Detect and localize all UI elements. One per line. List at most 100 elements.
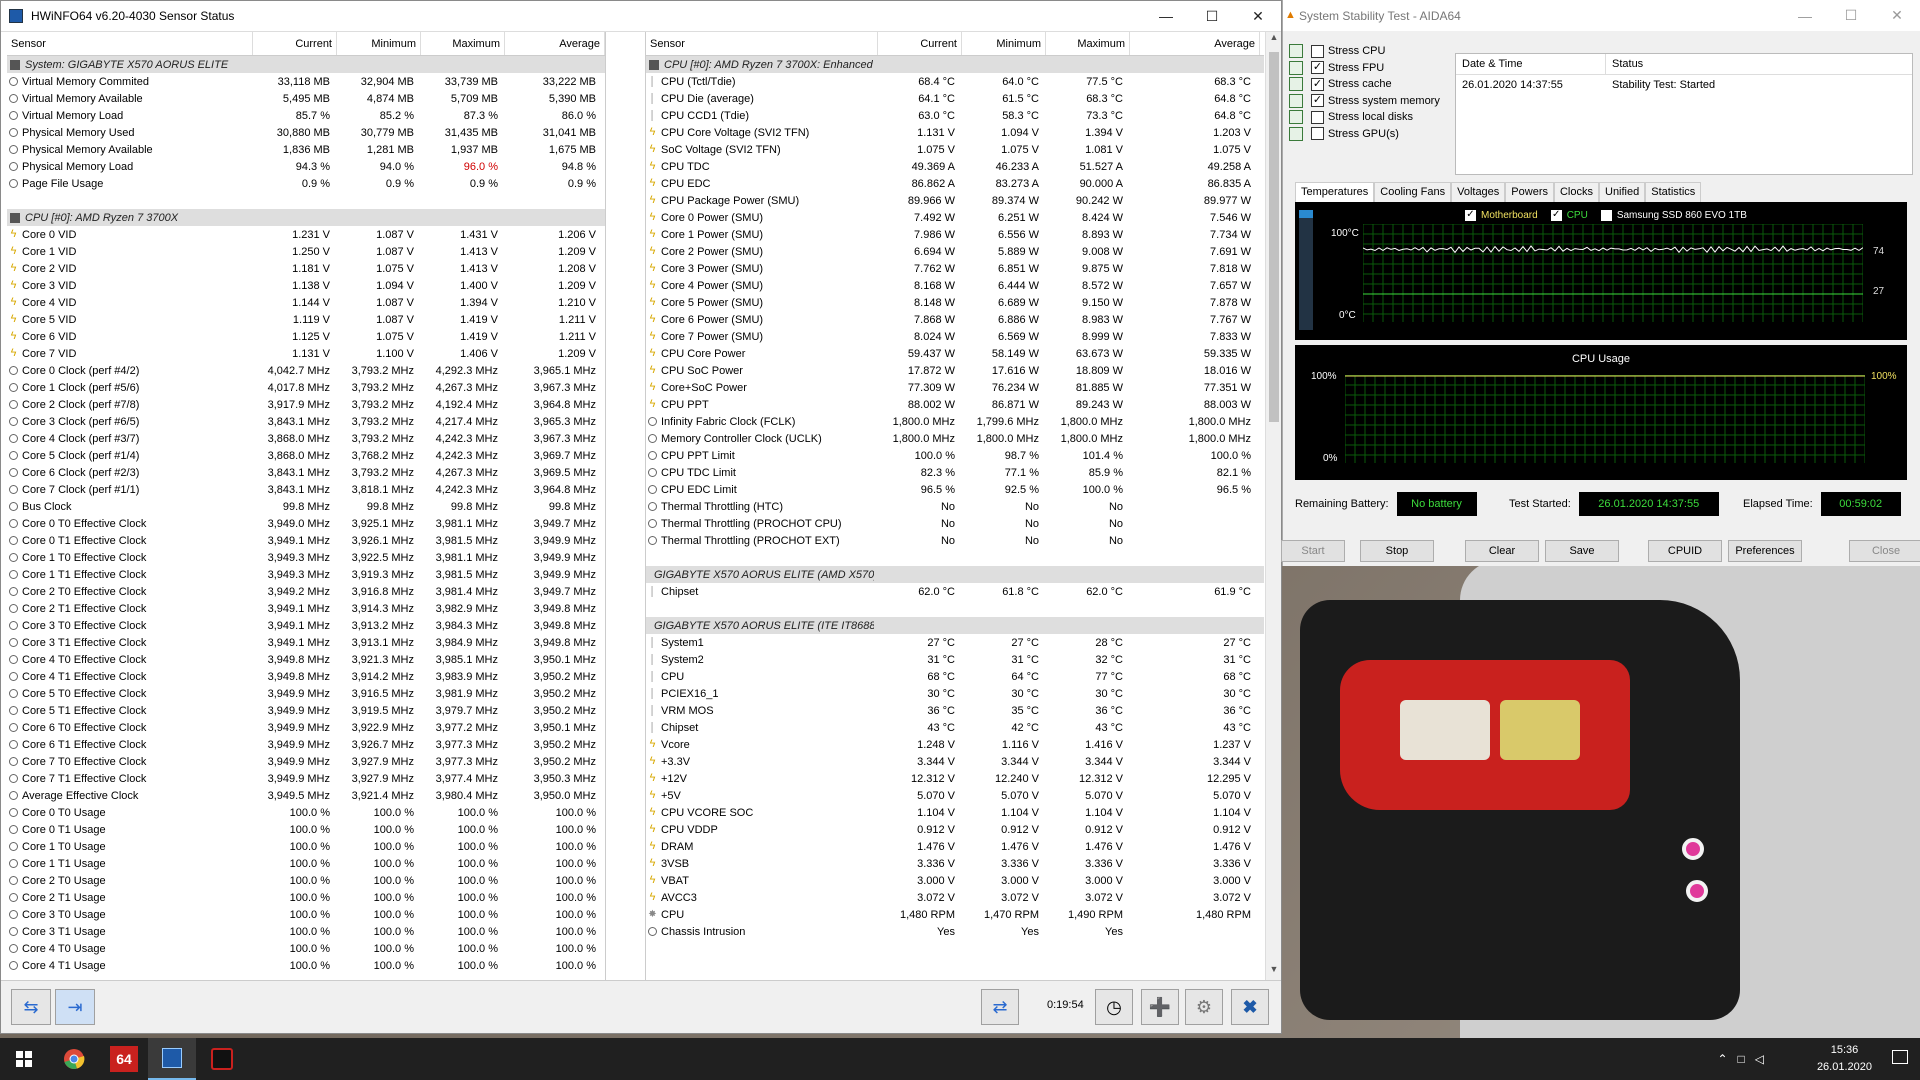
- settings-gear-icon[interactable]: ⚙: [1185, 989, 1223, 1025]
- sensor-row[interactable]: ϟ Core 0 Power (SMU) 7.492 W 6.251 W 8.424 W…: [646, 209, 1264, 226]
- sensor-row[interactable]: Core 5 T0 Effective Clock 3,949.9 MHz 3,91…: [7, 685, 605, 702]
- aida64-taskbar-icon[interactable]: 64: [100, 1038, 148, 1080]
- close-x-icon[interactable]: ✖: [1231, 989, 1269, 1025]
- sensor-row[interactable]: ϟ Core 1 Power (SMU) 7.986 W 6.556 W 8.893 W…: [646, 226, 1264, 243]
- scrollbar-right[interactable]: ▲ ▼: [1265, 32, 1281, 980]
- close-button[interactable]: ✕: [1235, 1, 1281, 32]
- col-sensor[interactable]: Sensor: [7, 32, 253, 55]
- stress-option[interactable]: Stress CPU: [1289, 44, 1385, 58]
- tab-cooling-fans[interactable]: Cooling Fans: [1374, 182, 1452, 202]
- sensor-row[interactable]: Core 6 T0 Effective Clock 3,949.9 MHz 3,92…: [7, 719, 605, 736]
- sensor-pane-right[interactable]: Sensor Current Minimum Maximum Average C…: [646, 32, 1264, 980]
- stress-checkbox[interactable]: [1311, 110, 1324, 124]
- hwinfo-titlebar[interactable]: HWiNFO64 v6.20-4030 Sensor Status — ☐ ✕: [1, 1, 1281, 32]
- sensor-row[interactable]: Core 3 Clock (perf #6/5) 3,843.1 MHz 3,793…: [7, 413, 605, 430]
- sensor-row[interactable]: CPU EDC Limit 96.5 % 92.5 % 100.0 % 96.5 %: [646, 481, 1264, 498]
- sensor-row[interactable]: │ CPU 68 °C 64 °C 77 °C 68 °C: [646, 668, 1264, 685]
- scroll-thumb[interactable]: [1269, 52, 1279, 422]
- sensor-row[interactable]: ϟ CPU VCORE SOC 1.104 V 1.104 V 1.104 V 1.104…: [646, 804, 1264, 821]
- notifications-icon[interactable]: [1892, 1050, 1908, 1064]
- sensor-row[interactable]: Core 4 Clock (perf #3/7) 3,868.0 MHz 3,793…: [7, 430, 605, 447]
- hwinfo-taskbar-icon[interactable]: [148, 1038, 196, 1080]
- sensor-row[interactable]: │ System2 31 °C 31 °C 32 °C 31 °C: [646, 651, 1264, 668]
- sensor-row[interactable]: │ CPU Die (average) 64.1 °C 61.5 °C 68.3 °C 6…: [646, 90, 1264, 107]
- ryzen-master-icon[interactable]: [198, 1038, 246, 1080]
- sensor-row[interactable]: Chassis Intrusion Yes Yes Yes: [646, 923, 1264, 940]
- sensor-row[interactable]: Thermal Throttling (HTC) No No No: [646, 498, 1264, 515]
- aida-maximize-button[interactable]: ☐: [1828, 0, 1874, 31]
- sensor-row[interactable]: Virtual Memory Commited 33,118 MB 32,904 M…: [7, 73, 605, 90]
- sensor-row[interactable]: ϟ CPU TDC 49.369 A 46.233 A 51.527 A 49.258 A: [646, 158, 1264, 175]
- sensor-row[interactable]: Core 4 T1 Effective Clock 3,949.8 MHz 3,91…: [7, 668, 605, 685]
- sensor-row[interactable]: Core 3 T0 Usage 100.0 % 100.0 % 100.0 % 100.…: [7, 906, 605, 923]
- sensor-row[interactable]: Bus Clock 99.8 MHz 99.8 MHz 99.8 MHz 99.8 MH…: [7, 498, 605, 515]
- col-current[interactable]: Current: [253, 32, 337, 55]
- stress-checkbox[interactable]: ✓: [1311, 61, 1324, 74]
- sensor-row[interactable]: ϟ CPU Core Power 59.437 W 58.149 W 63.673 W 5…: [646, 345, 1264, 362]
- aida-minimize-button[interactable]: —: [1782, 0, 1828, 31]
- sensor-row[interactable]: Core 4 T0 Effective Clock 3,949.8 MHz 3,92…: [7, 651, 605, 668]
- sensor-row[interactable]: ϟ SoC Voltage (SVI2 TFN) 1.075 V 1.075 V 1.0…: [646, 141, 1264, 158]
- sensor-row[interactable]: Core 5 T1 Effective Clock 3,949.9 MHz 3,91…: [7, 702, 605, 719]
- col-maximum[interactable]: Maximum: [421, 32, 505, 55]
- sensor-row[interactable]: ϟ Core 6 Power (SMU) 7.868 W 6.886 W 8.983 W…: [646, 311, 1264, 328]
- sensor-row[interactable]: ϟ Core 5 VID 1.119 V 1.087 V 1.419 V 1.211 V: [7, 311, 605, 328]
- sensor-row[interactable]: ϟ CPU PPT 88.002 W 86.871 W 89.243 W 88.003 W: [646, 396, 1264, 413]
- add-report-icon[interactable]: ➕: [1141, 989, 1179, 1025]
- sensor-row[interactable]: │ PCIEX16_1 30 °C 30 °C 30 °C 30 °C: [646, 685, 1264, 702]
- sensor-row[interactable]: Core 5 Clock (perf #1/4) 3,868.0 MHz 3,768…: [7, 447, 605, 464]
- windows-start-icon[interactable]: [0, 1038, 48, 1080]
- sensor-row[interactable]: ϟ Core 0 VID 1.231 V 1.087 V 1.431 V 1.206 V: [7, 226, 605, 243]
- sensor-row[interactable]: │ CPU (Tctl/Tdie) 68.4 °C 64.0 °C 77.5 °C 68.…: [646, 73, 1264, 90]
- sensor-row[interactable]: Core 1 T0 Effective Clock 3,949.3 MHz 3,92…: [7, 549, 605, 566]
- navigate-left-right-icon[interactable]: ⇆: [11, 989, 51, 1025]
- sensor-row[interactable]: Core 7 T0 Effective Clock 3,949.9 MHz 3,92…: [7, 753, 605, 770]
- sensor-row[interactable]: Core 2 Clock (perf #7/8) 3,917.9 MHz 3,793…: [7, 396, 605, 413]
- legend-cpu-checkbox[interactable]: ✓: [1550, 210, 1562, 221]
- sensor-row[interactable]: ϟ Vcore 1.248 V 1.116 V 1.416 V 1.237 V: [646, 736, 1264, 753]
- tab-voltages[interactable]: Voltages: [1451, 182, 1506, 202]
- stress-checkbox[interactable]: ✓: [1311, 94, 1324, 107]
- sensor-row[interactable]: ϟ Core 4 Power (SMU) 8.168 W 6.444 W 8.572 W…: [646, 277, 1264, 294]
- sensor-row[interactable]: ϟ Core 7 VID 1.131 V 1.100 V 1.406 V 1.209 V: [7, 345, 605, 362]
- sensor-row[interactable]: ϟ +12V 12.312 V 12.240 V 12.312 V 12.295 V: [646, 770, 1264, 787]
- chrome-icon[interactable]: [50, 1038, 98, 1080]
- sensor-row[interactable]: Core 1 T0 Usage 100.0 % 100.0 % 100.0 % 100.…: [7, 838, 605, 855]
- status-col-date[interactable]: Date & Time: [1456, 54, 1606, 74]
- sensor-row[interactable]: ϟ CPU Core Voltage (SVI2 TFN) 1.131 V 1.094…: [646, 124, 1264, 141]
- sensor-group-row[interactable]: GIGABYTE X570 AORUS ELITE (AMD X570): [646, 566, 1264, 583]
- sensor-row[interactable]: ϟ Core 6 VID 1.125 V 1.075 V 1.419 V 1.211 V: [7, 328, 605, 345]
- sensor-row[interactable]: Memory Controller Clock (UCLK) 1,800.0 MH…: [646, 430, 1264, 447]
- sensor-row[interactable]: CPU PPT Limit 100.0 % 98.7 % 101.4 % 100.0 %: [646, 447, 1264, 464]
- sensor-pane-left[interactable]: Sensor Current Minimum Maximum Average S…: [7, 32, 605, 980]
- stop-button[interactable]: Stop: [1360, 540, 1434, 562]
- sensor-row[interactable]: │ Chipset 43 °C 42 °C 43 °C 43 °C: [646, 719, 1264, 736]
- expand-columns-icon[interactable]: ⇥: [55, 989, 95, 1025]
- scroll-down-arrow[interactable]: ▼: [1266, 964, 1282, 980]
- sensor-row[interactable]: ϟ VBAT 3.000 V 3.000 V 3.000 V 3.000 V: [646, 872, 1264, 889]
- sensor-row[interactable]: ϟ Core 7 Power (SMU) 8.024 W 6.569 W 8.999 W…: [646, 328, 1264, 345]
- stress-option[interactable]: ✓ Stress FPU: [1289, 60, 1384, 75]
- sensor-row[interactable]: Core 3 T1 Usage 100.0 % 100.0 % 100.0 % 100.…: [7, 923, 605, 940]
- sensor-row[interactable]: ϟ Core 3 VID 1.138 V 1.094 V 1.400 V 1.209 V: [7, 277, 605, 294]
- sensor-row[interactable]: ϟ CPU Package Power (SMU) 89.966 W 89.374 W…: [646, 192, 1264, 209]
- sensor-row[interactable]: Core 3 T1 Effective Clock 3,949.1 MHz 3,91…: [7, 634, 605, 651]
- sensor-row[interactable]: ϟ CPU EDC 86.862 A 83.273 A 90.000 A 86.835 A: [646, 175, 1264, 192]
- status-row[interactable]: 26.01.2020 14:37:55 Stability Test: Star…: [1456, 75, 1912, 96]
- col-current-r[interactable]: Current: [878, 32, 962, 55]
- sensor-group-row[interactable]: CPU [#0]: AMD Ryzen 7 3700X: [7, 209, 605, 226]
- scroll-up-arrow[interactable]: ▲: [1266, 32, 1282, 48]
- sensor-row[interactable]: Core 2 T1 Effective Clock 3,949.1 MHz 3,91…: [7, 600, 605, 617]
- sensor-row[interactable]: ϟ Core 2 Power (SMU) 6.694 W 5.889 W 9.008 W…: [646, 243, 1264, 260]
- sensor-row[interactable]: │ CPU CCD1 (Tdie) 63.0 °C 58.3 °C 73.3 °C 64.…: [646, 107, 1264, 124]
- sensor-row[interactable]: Core 3 T0 Effective Clock 3,949.1 MHz 3,91…: [7, 617, 605, 634]
- network-icon[interactable]: ⇄: [981, 989, 1019, 1025]
- sensor-row[interactable]: ϟ Core 5 Power (SMU) 8.148 W 6.689 W 9.150 W…: [646, 294, 1264, 311]
- sensor-row[interactable]: ϟ Core+SoC Power 77.309 W 76.234 W 81.885 W 7…: [646, 379, 1264, 396]
- tab-unified[interactable]: Unified: [1599, 182, 1646, 202]
- sensor-row[interactable]: Average Effective Clock 3,949.5 MHz 3,921.…: [7, 787, 605, 804]
- col-sensor-r[interactable]: Sensor: [646, 32, 878, 55]
- col-minimum-r[interactable]: Minimum: [962, 32, 1046, 55]
- sensor-row[interactable]: Physical Memory Available 1,836 MB 1,281 M…: [7, 141, 605, 158]
- col-minimum[interactable]: Minimum: [337, 32, 421, 55]
